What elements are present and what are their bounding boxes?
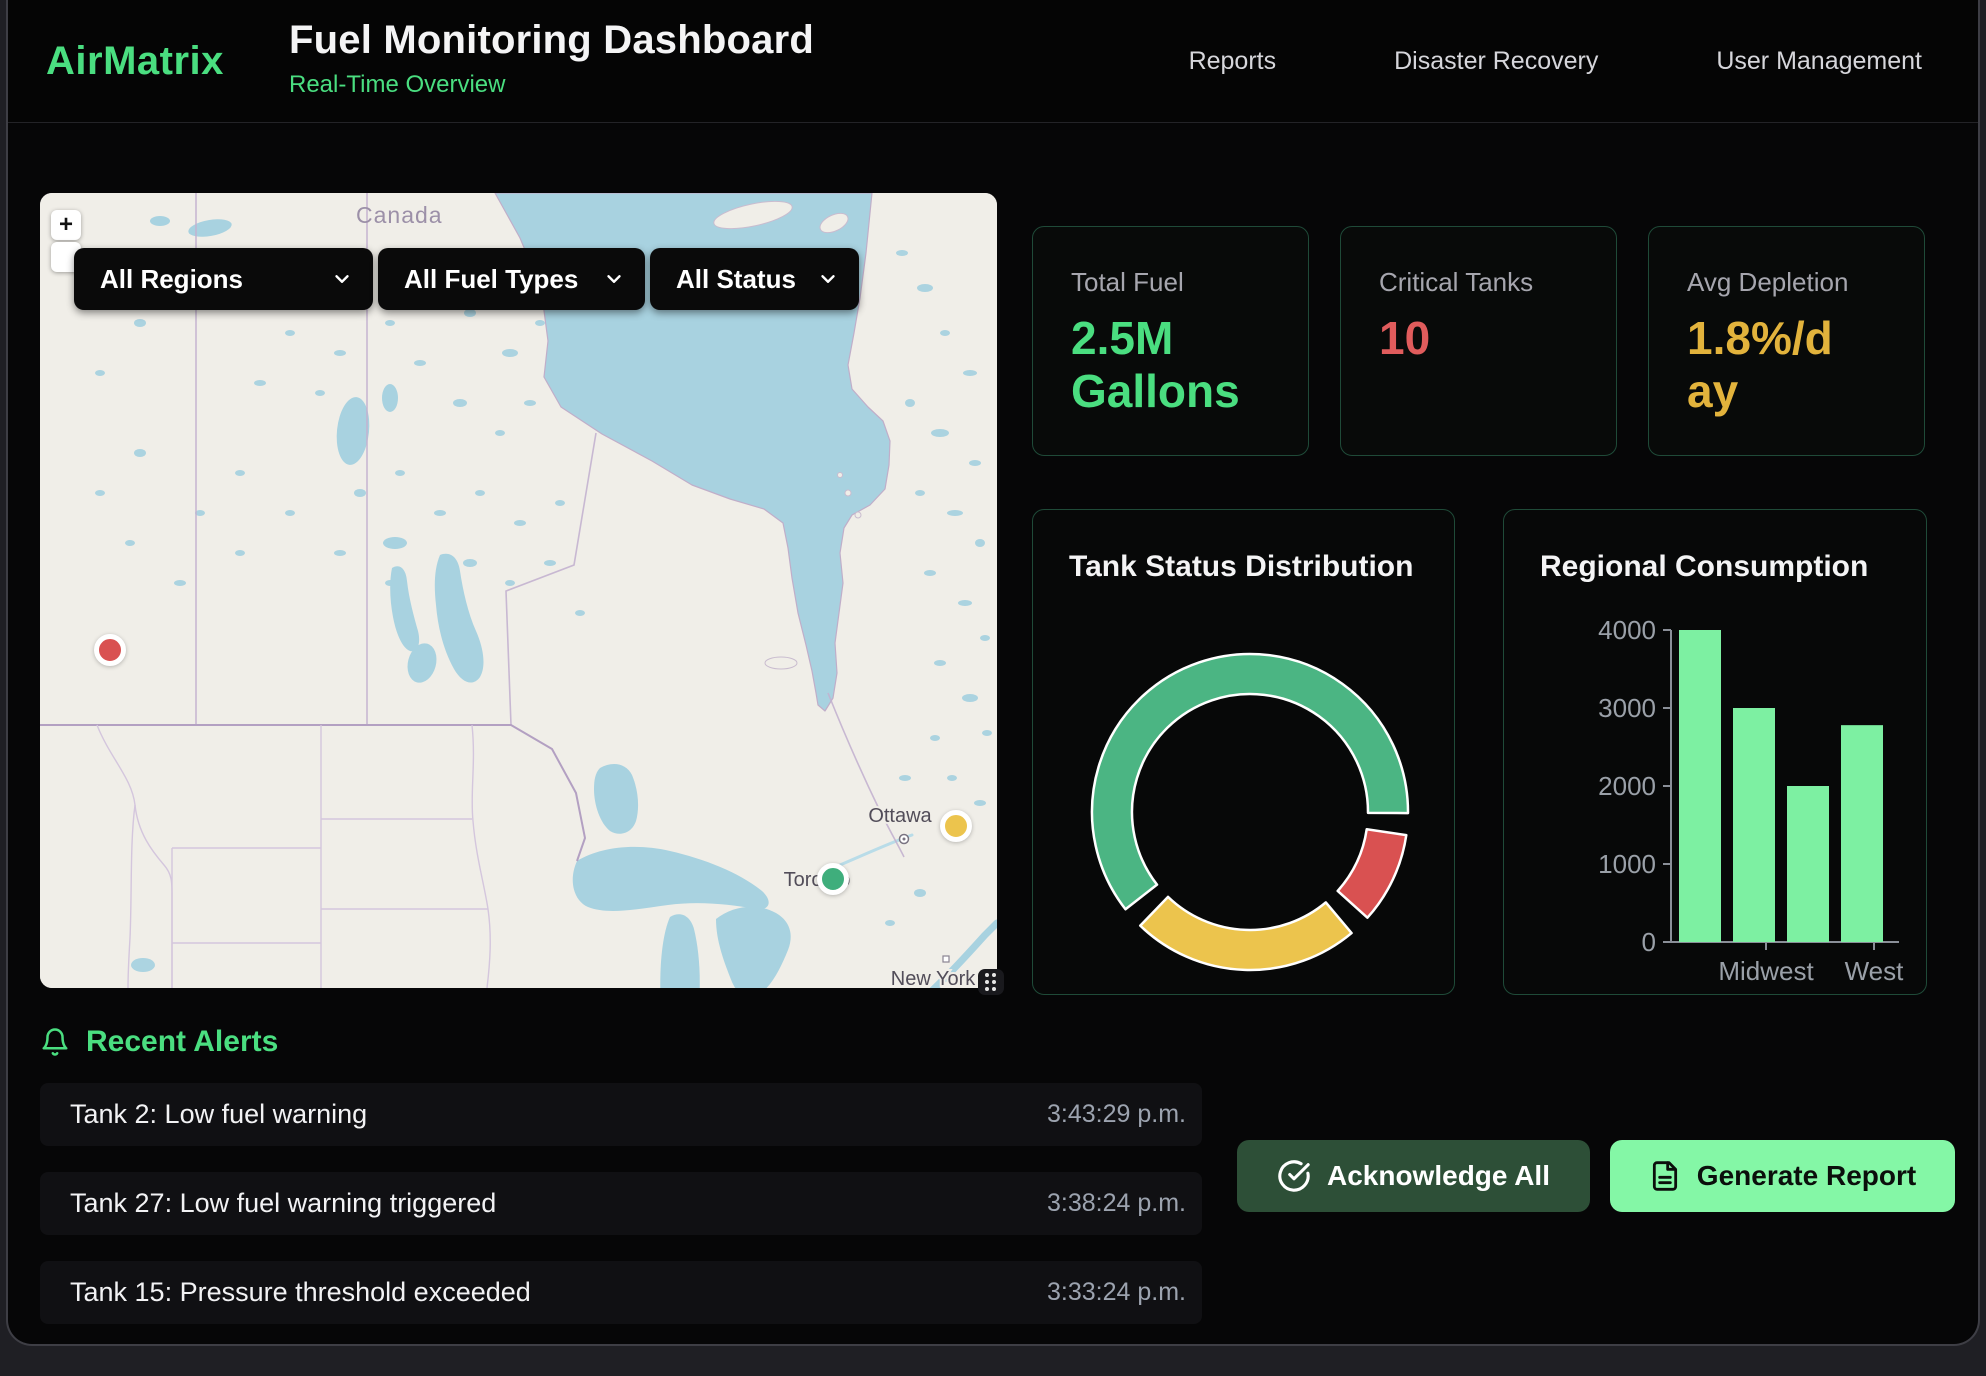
alert-row[interactable]: Tank 2: Low fuel warning 3:43:29 p.m. bbox=[40, 1083, 1202, 1146]
app-window: AirMatrix Fuel Monitoring Dashboard Real… bbox=[6, 0, 1980, 1346]
title-block: Fuel Monitoring Dashboard Real-Time Over… bbox=[289, 18, 814, 99]
bar-chart-ytick: 1000 bbox=[1598, 849, 1656, 879]
stat-card-avg-depletion: Avg Depletion 1.8%/day bbox=[1648, 226, 1925, 456]
recent-alerts-title: Recent Alerts bbox=[86, 1025, 278, 1059]
page-title: Fuel Monitoring Dashboard bbox=[289, 18, 814, 63]
map-label-new-york: New York bbox=[891, 968, 976, 988]
chevron-down-icon bbox=[817, 268, 839, 290]
alert-row[interactable]: Tank 15: Pressure threshold exceeded 3:3… bbox=[40, 1261, 1202, 1324]
map-label-canada: Canada bbox=[356, 202, 443, 228]
bar-0 bbox=[1679, 630, 1721, 942]
bar-2 bbox=[1787, 786, 1829, 942]
bar-chart-ytick: 2000 bbox=[1598, 771, 1656, 801]
status-filter-label: All Status bbox=[676, 264, 796, 295]
donut-segment-warning bbox=[1140, 897, 1351, 970]
page-subtitle: Real-Time Overview bbox=[289, 71, 814, 99]
map-ottawa-town-icon-dot bbox=[903, 838, 906, 841]
map-resize-handle-icon[interactable] bbox=[978, 969, 1004, 995]
bar-3 bbox=[1841, 725, 1883, 942]
stat-card-total-fuel: Total Fuel 2.5M Gallons bbox=[1032, 226, 1309, 456]
status-filter-dropdown[interactable]: All Status bbox=[650, 248, 859, 310]
bar-1 bbox=[1733, 708, 1775, 942]
chevron-down-icon bbox=[331, 268, 353, 290]
check-circle-icon bbox=[1277, 1159, 1311, 1193]
tank-status-chart-card: Tank Status Distribution bbox=[1032, 509, 1455, 995]
bar-chart-ytick: 0 bbox=[1642, 927, 1656, 957]
tank-marker-normal[interactable] bbox=[817, 863, 849, 895]
acknowledge-all-button[interactable]: Acknowledge All bbox=[1237, 1140, 1590, 1212]
region-filter-label: All Regions bbox=[100, 264, 243, 295]
fuel-type-filter-label: All Fuel Types bbox=[404, 264, 578, 295]
bar-chart-xlabel: West bbox=[1845, 956, 1905, 986]
region-filter-dropdown[interactable]: All Regions bbox=[74, 248, 373, 310]
stat-label: Total Fuel bbox=[1071, 267, 1270, 298]
alert-time: 3:43:29 p.m. bbox=[1047, 1100, 1186, 1129]
tank-marker-critical[interactable] bbox=[94, 634, 126, 666]
alert-time: 3:38:24 p.m. bbox=[1047, 1189, 1186, 1218]
fuel-type-filter-dropdown[interactable]: All Fuel Types bbox=[378, 248, 645, 310]
nav-reports[interactable]: Reports bbox=[1189, 47, 1277, 76]
stat-card-critical-tanks: Critical Tanks 10 bbox=[1340, 226, 1617, 456]
stat-label: Critical Tanks bbox=[1379, 267, 1578, 298]
bar-chart-ytick: 3000 bbox=[1598, 693, 1656, 723]
alert-row[interactable]: Tank 27: Low fuel warning triggered 3:38… bbox=[40, 1172, 1202, 1235]
acknowledge-all-label: Acknowledge All bbox=[1327, 1160, 1550, 1192]
chevron-down-icon bbox=[603, 268, 625, 290]
alert-message: Tank 27: Low fuel warning triggered bbox=[70, 1188, 496, 1219]
recent-alerts-header: Recent Alerts bbox=[40, 1025, 278, 1059]
stat-value: 10 bbox=[1379, 312, 1578, 365]
stat-label: Avg Depletion bbox=[1687, 267, 1886, 298]
bell-icon bbox=[40, 1027, 70, 1057]
map-label-ottawa: Ottawa bbox=[868, 805, 932, 827]
map-zoom-in-button[interactable]: + bbox=[51, 210, 81, 240]
document-icon bbox=[1649, 1160, 1681, 1192]
alert-message: Tank 2: Low fuel warning bbox=[70, 1099, 367, 1130]
donut-chart-title: Tank Status Distribution bbox=[1069, 550, 1413, 584]
stat-value: 1.8%/day bbox=[1687, 312, 1837, 418]
nav-disaster-recovery[interactable]: Disaster Recovery bbox=[1394, 47, 1598, 76]
brand-logo: AirMatrix bbox=[46, 0, 224, 123]
top-nav: Reports Disaster Recovery User Managemen… bbox=[1189, 0, 1922, 123]
map-zoom-in-label: + bbox=[59, 211, 73, 239]
generate-report-label: Generate Report bbox=[1697, 1160, 1916, 1192]
header: AirMatrix Fuel Monitoring Dashboard Real… bbox=[8, 0, 1978, 123]
bar-chart-xlabel: Midwest bbox=[1718, 956, 1814, 986]
map-canvas: Canada Ottawa Toronto New York bbox=[40, 193, 997, 988]
tank-marker-warning[interactable] bbox=[940, 810, 972, 842]
alert-time: 3:33:24 p.m. bbox=[1047, 1278, 1186, 1307]
fuel-map[interactable]: Canada Ottawa Toronto New York + All Reg… bbox=[40, 193, 997, 988]
map-new-york-town-icon bbox=[943, 956, 949, 962]
stat-value: 2.5M Gallons bbox=[1071, 312, 1241, 418]
nav-user-management[interactable]: User Management bbox=[1716, 47, 1922, 76]
stats-row: Total Fuel 2.5M Gallons Critical Tanks 1… bbox=[1032, 226, 1925, 456]
donut-segment-critical bbox=[1338, 829, 1407, 917]
map-filters: All Regions All Fuel Types All Status bbox=[74, 248, 859, 310]
generate-report-button[interactable]: Generate Report bbox=[1610, 1140, 1955, 1212]
bar-chart-ytick: 4000 bbox=[1598, 615, 1656, 645]
alert-message: Tank 15: Pressure threshold exceeded bbox=[70, 1277, 531, 1308]
dashboard-root: AirMatrix Fuel Monitoring Dashboard Real… bbox=[0, 0, 1986, 1376]
regional-consumption-chart-card: Regional Consumption 0 1000 2000 3000 4000 Mi… bbox=[1503, 509, 1927, 995]
bar-chart-title: Regional Consumption bbox=[1540, 550, 1868, 584]
